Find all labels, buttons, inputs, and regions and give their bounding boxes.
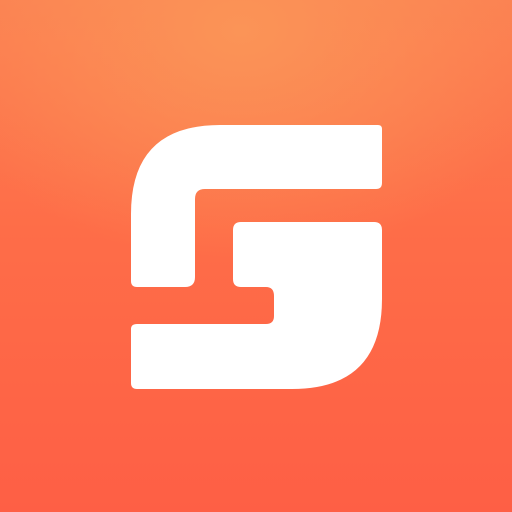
- app-icon[interactable]: [0, 0, 512, 512]
- app-logo-icon: [131, 125, 382, 389]
